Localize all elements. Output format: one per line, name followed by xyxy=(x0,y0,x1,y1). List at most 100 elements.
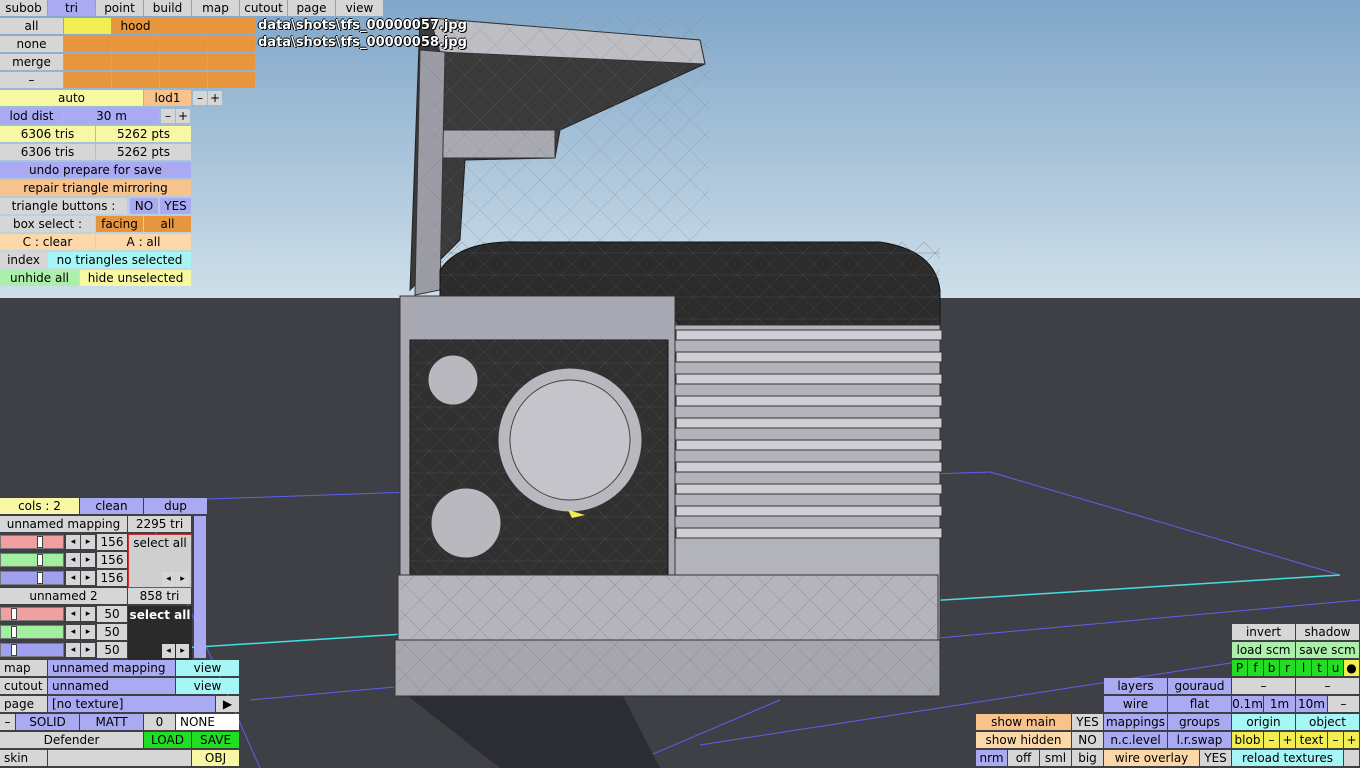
map-view-button[interactable]: view xyxy=(176,660,239,676)
normals-small[interactable]: sml xyxy=(1040,750,1071,766)
group-slot[interactable] xyxy=(64,36,111,52)
mapping-1-select-all[interactable]: select all xyxy=(130,535,190,551)
matt-button[interactable]: MATT xyxy=(80,714,143,730)
m1-g-left[interactable]: ◂ xyxy=(66,553,80,567)
text-button[interactable]: text xyxy=(1296,732,1327,748)
show-main-button[interactable]: show main xyxy=(976,714,1071,730)
box-select-all[interactable]: all xyxy=(144,216,191,232)
select-all-hint[interactable]: A : all xyxy=(96,234,191,250)
grid-1m[interactable]: 1m xyxy=(1264,696,1295,712)
index-button[interactable]: index xyxy=(0,252,47,268)
view-front[interactable]: f xyxy=(1248,660,1263,676)
mapping-1-name[interactable]: unnamed mapping xyxy=(0,516,127,532)
gouraud-button[interactable]: gouraud xyxy=(1168,678,1231,694)
menu-build[interactable]: build xyxy=(144,0,191,16)
show-main-value[interactable]: YES xyxy=(1072,714,1103,730)
page-value[interactable]: [no texture] xyxy=(48,696,215,712)
lod-auto-button[interactable]: auto xyxy=(0,90,143,106)
m1-r-right[interactable]: ▸ xyxy=(81,535,95,549)
group-slot[interactable] xyxy=(160,36,207,52)
obj-button[interactable]: OBJ xyxy=(192,750,239,766)
view-perspective[interactable]: P xyxy=(1232,660,1247,676)
unhide-all-button[interactable]: unhide all xyxy=(0,270,79,286)
m1-r-left[interactable]: ◂ xyxy=(66,535,80,549)
mapping-2-name[interactable]: unnamed 2 xyxy=(0,588,127,604)
wire-button[interactable]: wire xyxy=(1104,696,1167,712)
group-none-button[interactable]: none xyxy=(0,36,63,52)
groups-button[interactable]: groups xyxy=(1168,714,1231,730)
view-under[interactable]: u xyxy=(1328,660,1343,676)
menu-cutout[interactable]: cutout xyxy=(240,0,287,16)
blob-minus[interactable]: – xyxy=(1264,732,1279,748)
text-minus[interactable]: – xyxy=(1328,732,1343,748)
dup-button[interactable]: dup xyxy=(144,498,207,514)
material-none[interactable]: NONE xyxy=(176,714,239,730)
model-name[interactable]: Defender xyxy=(0,732,143,748)
lod-minus-button[interactable]: – xyxy=(193,91,207,105)
blob-button[interactable]: blob xyxy=(1232,732,1263,748)
material-minus-button[interactable]: – xyxy=(0,714,15,730)
lod-dist-value[interactable]: 30 m xyxy=(64,108,159,124)
clean-button[interactable]: clean xyxy=(80,498,143,514)
group-slot[interactable] xyxy=(208,54,255,70)
triangle-buttons-yes[interactable]: YES xyxy=(160,198,191,214)
mapping-2-green-slider[interactable] xyxy=(0,625,64,639)
m2-b-left[interactable]: ◂ xyxy=(66,643,80,657)
lod-level[interactable]: lod1 xyxy=(144,90,191,106)
m1-b-left[interactable]: ◂ xyxy=(66,571,80,585)
load-button[interactable]: LOAD xyxy=(144,732,191,748)
view-top[interactable]: t xyxy=(1312,660,1327,676)
m2-r-right[interactable]: ▸ xyxy=(81,607,95,621)
mappings-button[interactable]: mappings xyxy=(1104,714,1167,730)
clear-hint[interactable]: C : clear xyxy=(0,234,95,250)
layers-button[interactable]: layers xyxy=(1104,678,1167,694)
zoom-minus-1[interactable]: – xyxy=(1232,678,1295,694)
group-slot[interactable] xyxy=(112,36,159,52)
m1-g-right[interactable]: ▸ xyxy=(81,553,95,567)
text-plus[interactable]: + xyxy=(1344,732,1359,748)
m1-b-right[interactable]: ▸ xyxy=(81,571,95,585)
save-button[interactable]: SAVE xyxy=(192,732,239,748)
group-minus-button[interactable]: – xyxy=(0,72,63,88)
group-slot-3[interactable] xyxy=(160,18,207,34)
view-left[interactable]: l xyxy=(1296,660,1311,676)
menu-map[interactable]: map xyxy=(192,0,239,16)
solid-button[interactable]: SOLID xyxy=(16,714,79,730)
reload-extra[interactable] xyxy=(1344,750,1359,766)
show-hidden-button[interactable]: show hidden xyxy=(976,732,1071,748)
lod-plus-button[interactable]: + xyxy=(208,91,222,105)
view-dot-icon[interactable]: ● xyxy=(1344,660,1359,676)
m2-g-left[interactable]: ◂ xyxy=(66,625,80,639)
view-back[interactable]: b xyxy=(1264,660,1279,676)
box-select-facing[interactable]: facing xyxy=(96,216,143,232)
group-slot[interactable] xyxy=(160,54,207,70)
menu-subob[interactable]: subob xyxy=(0,0,47,16)
group-slot[interactable] xyxy=(64,54,111,70)
reload-textures-button[interactable]: reload textures xyxy=(1232,750,1343,766)
normals-off[interactable]: off xyxy=(1008,750,1039,766)
view-right[interactable]: r xyxy=(1280,660,1295,676)
invert-button[interactable]: invert xyxy=(1232,624,1295,640)
group-slot[interactable] xyxy=(112,72,159,88)
skin-value[interactable] xyxy=(48,750,191,766)
group-slot-4[interactable] xyxy=(208,18,255,34)
lr-swap-button[interactable]: l.r.swap xyxy=(1168,732,1231,748)
menu-page[interactable]: page xyxy=(288,0,335,16)
wire-overlay-value[interactable]: YES xyxy=(1200,750,1231,766)
cutout-view-button[interactable]: view xyxy=(176,678,239,694)
grid-0-1m[interactable]: 0.1m xyxy=(1232,696,1263,712)
group-all-button[interactable]: all xyxy=(0,18,63,34)
cutout-value[interactable]: unnamed xyxy=(48,678,175,694)
load-scm-button[interactable]: load scm xyxy=(1232,642,1295,658)
grid-minus[interactable]: – xyxy=(1328,696,1359,712)
show-hidden-value[interactable]: NO xyxy=(1072,732,1103,748)
mapping-scrollbar[interactable] xyxy=(194,516,206,658)
wire-overlay-button[interactable]: wire overlay xyxy=(1104,750,1199,766)
group-slot[interactable] xyxy=(208,72,255,88)
object-button[interactable]: object xyxy=(1296,714,1359,730)
mapping-1-blue-slider[interactable] xyxy=(0,571,64,585)
group-slot[interactable] xyxy=(64,72,111,88)
group-slot-1[interactable] xyxy=(64,18,111,34)
blob-plus[interactable]: + xyxy=(1280,732,1295,748)
save-scm-button[interactable]: save scm xyxy=(1296,642,1359,658)
